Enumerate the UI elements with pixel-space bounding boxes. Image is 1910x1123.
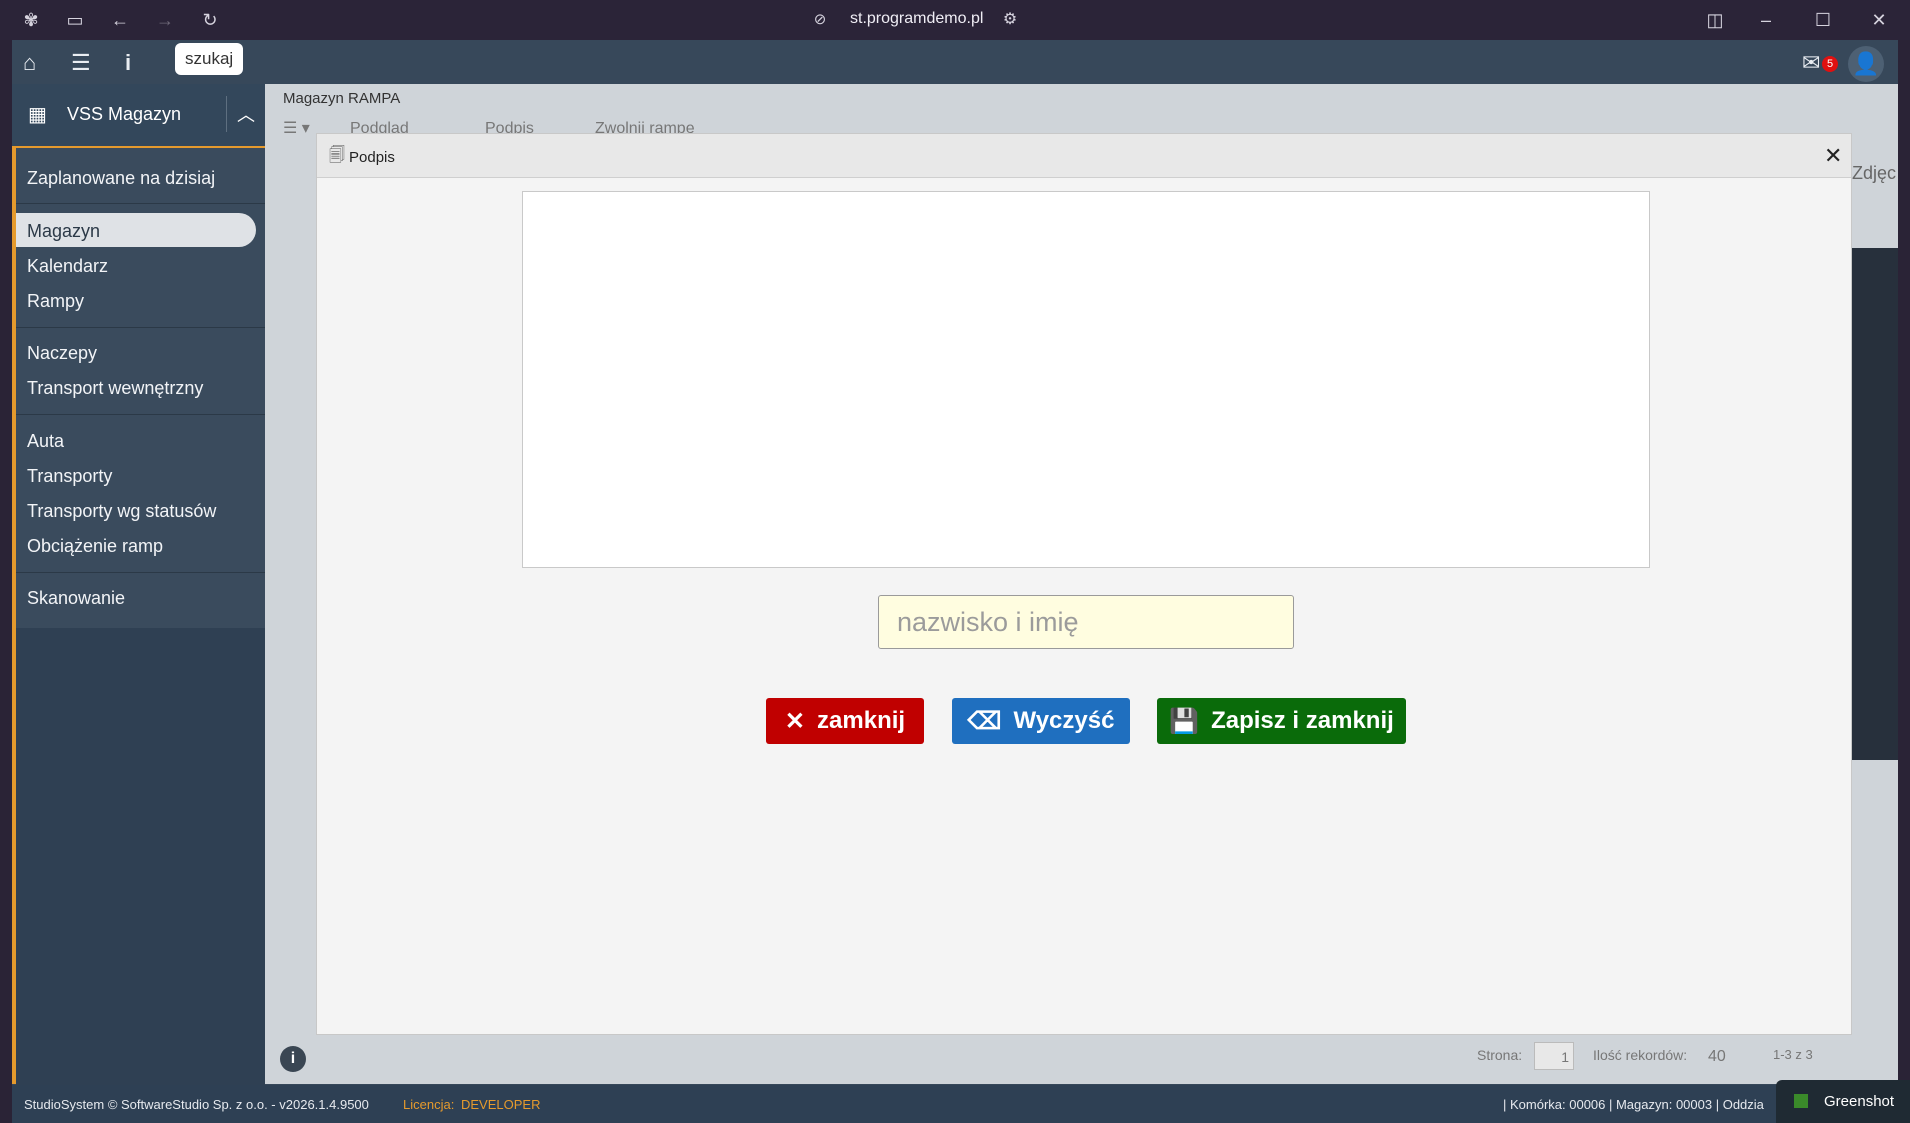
- close-dialog-icon[interactable]: ✕: [1824, 143, 1842, 169]
- search-button[interactable]: szukaj: [175, 43, 244, 75]
- sidebar-item-auta[interactable]: Auta: [27, 431, 64, 452]
- home-icon[interactable]: ⌂: [23, 50, 36, 76]
- signature-canvas[interactable]: [522, 191, 1650, 568]
- calendar-icon: ▦: [28, 104, 47, 126]
- close-button-label: zamknij: [817, 707, 906, 734]
- name-input[interactable]: [878, 595, 1294, 649]
- close-button[interactable]: ✕ zamknij: [766, 698, 924, 744]
- sidebar-item-rampy[interactable]: Rampy: [27, 291, 84, 312]
- sidebar-item-zaplanowane[interactable]: Zaplanowane na dzisiaj: [27, 168, 215, 189]
- sidebar-item-obciazenie-ramp[interactable]: Obciążenie ramp: [27, 536, 163, 557]
- sidebar-separator: [16, 203, 265, 204]
- address-bar[interactable]: st.programdemo.pl: [850, 10, 983, 28]
- pager-records-select[interactable]: 40: [1708, 1048, 1726, 1066]
- status-right-info: | Komórka: 00006 | Magazyn: 00003 | Oddz…: [1503, 1097, 1764, 1112]
- save-button-label: Zapisz i zamknij: [1211, 707, 1394, 734]
- greenshot-notification[interactable]: Greenshot: [1776, 1080, 1910, 1123]
- pager-records-label: Ilość rekordów:: [1593, 1047, 1688, 1063]
- sidebar-divider: [226, 96, 227, 132]
- browser-logo-icon[interactable]: ✾: [19, 8, 43, 32]
- dialog-header: 🗐 Podpis ✕: [317, 134, 1851, 178]
- mail-badge: 5: [1822, 56, 1838, 72]
- forward-icon[interactable]: →: [153, 8, 177, 32]
- sidebar-item-transporty-wg-statusow[interactable]: Transporty wg statusów: [27, 501, 216, 522]
- pager-page-input[interactable]: 1: [1534, 1042, 1574, 1070]
- split-view-icon[interactable]: ◫: [1703, 8, 1727, 32]
- grid-menu-icon[interactable]: ☰ ▾: [283, 118, 310, 138]
- sidebar-empty-area: [16, 628, 265, 1085]
- license-value: DEVELOPER: [461, 1097, 541, 1112]
- link-icon: ⊘: [813, 11, 827, 28]
- user-avatar-icon[interactable]: 👤: [1848, 46, 1884, 82]
- back-icon[interactable]: ←: [108, 8, 132, 32]
- reload-icon[interactable]: ↻: [198, 8, 222, 32]
- sidebar-item-magazyn[interactable]: Magazyn: [27, 221, 100, 242]
- copyright-text: StudioSystem © SoftwareStudio Sp. z o.o.…: [24, 1097, 369, 1112]
- save-icon: 💾: [1169, 707, 1200, 735]
- app-topbar: ⌂ ☰ i ✉ 5 👤: [12, 40, 1898, 84]
- maximize-icon[interactable]: ☐: [1811, 8, 1835, 32]
- pager-range: 1-3 z 3: [1773, 1047, 1813, 1062]
- document-icon: 🗐: [329, 147, 345, 164]
- page-title: Magazyn RAMPA: [283, 90, 401, 107]
- sidebar-item-transporty[interactable]: Transporty: [27, 466, 112, 487]
- sidebar-separator: [16, 414, 265, 415]
- signature-dialog: 🗐 Podpis ✕ ✕ zamknij ⌫ Wyczyść 💾 Zapisz …: [316, 133, 1852, 1035]
- clear-button-label: Wyczyść: [1013, 707, 1115, 734]
- sidebar-title: VSS Magazyn: [67, 104, 182, 124]
- dialog-title: Podpis: [349, 149, 395, 166]
- x-icon: ✕: [784, 707, 806, 735]
- sidebar-separator: [16, 327, 265, 328]
- sidebar-toggle-icon[interactable]: ▭: [63, 8, 87, 32]
- status-bar: StudioSystem © SoftwareStudio Sp. z o.o.…: [12, 1085, 1898, 1123]
- sidebar-item-transport-wewnetrzny[interactable]: Transport wewnętrzny: [27, 378, 203, 399]
- menu-collapse-icon[interactable]: ☰: [71, 50, 91, 76]
- save-and-close-button[interactable]: 💾 Zapisz i zamknij: [1157, 698, 1406, 744]
- greenshot-label: Greenshot: [1824, 1093, 1895, 1110]
- sidebar-item-skanowanie[interactable]: Skanowanie: [27, 588, 125, 609]
- sidebar-item-naczepy[interactable]: Naczepy: [27, 343, 97, 364]
- site-settings-icon[interactable]: ⚙: [998, 8, 1022, 32]
- photo-strip: [1852, 248, 1898, 760]
- info-circle-icon[interactable]: i: [280, 1046, 306, 1072]
- minimize-icon[interactable]: –: [1754, 8, 1778, 32]
- eraser-icon: ⌫: [967, 707, 1002, 735]
- browser-titlebar: ✾ ▭ ← → ↻ ⊘ st.programdemo.pl ⚙ ◫ – ☐ ✕: [0, 0, 1910, 40]
- close-window-icon[interactable]: ✕: [1867, 8, 1891, 32]
- greenshot-icon: [1794, 1094, 1808, 1108]
- pager-page-label: Strona:: [1477, 1047, 1523, 1063]
- mail-icon[interactable]: ✉: [1802, 50, 1820, 76]
- sidebar-item-kalendarz[interactable]: Kalendarz: [27, 256, 108, 277]
- sidebar-header[interactable]: ▦ VSS Magazyn ︿: [12, 84, 265, 148]
- sidebar-separator: [16, 572, 265, 573]
- column-header-zdjecia: Zdjęc: [1852, 163, 1897, 183]
- chevron-up-icon[interactable]: ︿: [237, 101, 255, 127]
- clear-button[interactable]: ⌫ Wyczyść: [952, 698, 1130, 744]
- info-icon[interactable]: i: [125, 50, 131, 76]
- license-label: Licencja:: [403, 1097, 455, 1112]
